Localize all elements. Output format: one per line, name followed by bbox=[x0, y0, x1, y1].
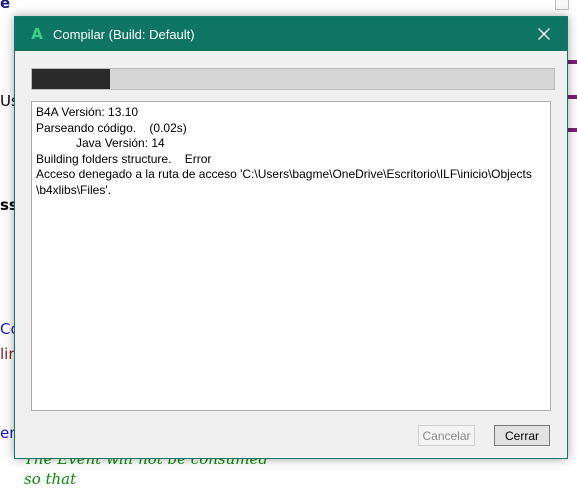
close-window-button[interactable] bbox=[521, 17, 567, 51]
build-progress-bar bbox=[31, 68, 555, 90]
log-line: Java Versión: 14 bbox=[36, 136, 165, 150]
log-line: \b4xlibs\Files'. bbox=[36, 182, 111, 197]
compile-dialog: A Compilar (Build: Default) B4A Versión:… bbox=[14, 16, 568, 459]
title-bar[interactable]: A Compilar (Build: Default) bbox=[15, 17, 567, 51]
build-log[interactable]: B4A Versión: 13.10 Parseando código. (0.0… bbox=[31, 101, 551, 411]
log-line: Acceso denegado a la ruta de acceso 'C:\… bbox=[36, 167, 532, 181]
log-line: Parseando código. (0.02s) bbox=[36, 120, 187, 135]
editor-fragment: lir bbox=[0, 345, 15, 363]
cancel-button[interactable]: Cancelar bbox=[418, 425, 475, 446]
editor-comment: so that bbox=[24, 470, 77, 488]
log-line: B4A Versión: 13.10 bbox=[36, 105, 139, 119]
editor-marker bbox=[568, 95, 577, 99]
editor-marker bbox=[568, 128, 577, 132]
dialog-title: Compilar (Build: Default) bbox=[53, 26, 195, 42]
close-icon bbox=[538, 28, 550, 40]
close-button[interactable]: Cerrar bbox=[494, 425, 550, 446]
progress-fill bbox=[32, 69, 111, 89]
log-line: Building folders structure. Error bbox=[36, 151, 212, 166]
editor-marker bbox=[568, 60, 577, 64]
editor-scrollbar[interactable] bbox=[555, 0, 569, 10]
b4a-app-icon: A bbox=[31, 25, 43, 43]
editor-fragment: e bbox=[0, 0, 11, 12]
